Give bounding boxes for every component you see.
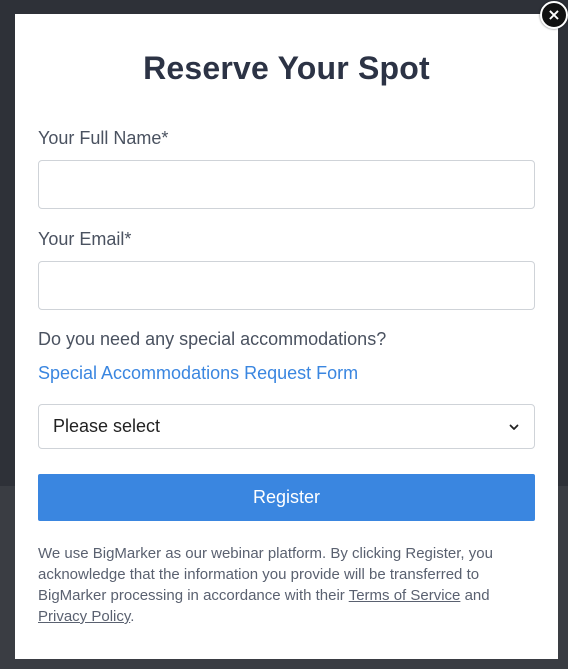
privacy-policy-link[interactable]: Privacy Policy [38,608,130,625]
full-name-label: Your Full Name* [38,128,169,148]
chevron-down-icon [508,421,520,433]
accommodations-request-link[interactable]: Special Accommodations Request Form [38,363,358,384]
privacy-disclaimer: We use BigMarker as our webinar platform… [38,543,538,627]
register-button[interactable]: Register [38,474,535,521]
disclaimer-period: . [130,608,135,625]
accommodations-select[interactable]: Please select [38,404,535,449]
email-label: Your Email* [38,229,132,249]
accommodations-question: Do you need any special accommodations? [38,329,387,349]
modal-title: Reserve Your Spot [143,50,430,86]
terms-of-service-link[interactable]: Terms of Service [349,587,461,604]
email-input[interactable] [38,261,535,310]
registration-modal: Reserve Your Spot Your Full Name* Your E… [15,14,558,659]
disclaimer-and: and [460,587,490,604]
select-value: Please select [53,416,161,436]
full-name-input[interactable] [38,160,535,209]
close-icon[interactable]: × [540,1,568,29]
